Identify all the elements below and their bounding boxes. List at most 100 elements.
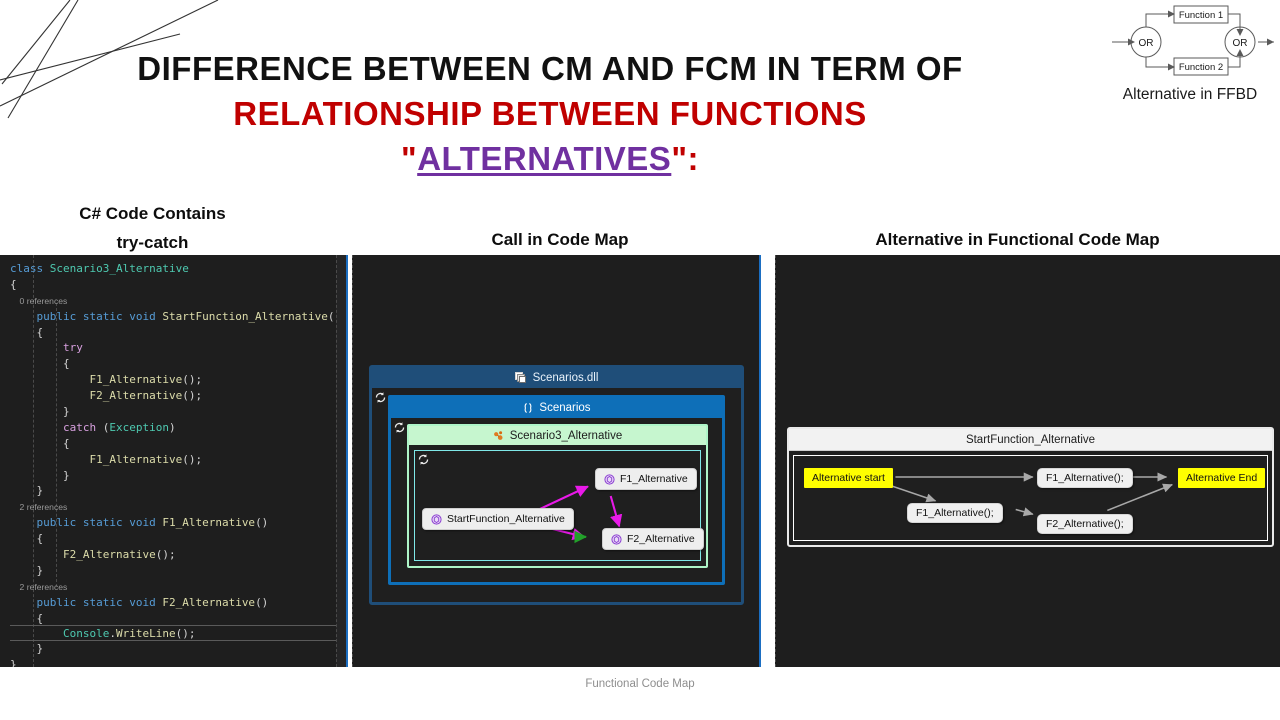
code-line: class Scenario3_Alternative	[10, 261, 346, 277]
code-token: {	[36, 325, 44, 339]
codemap-class-label: Scenario3_Alternative	[509, 429, 623, 442]
codemap-class-container[interactable]: Scenario3_Alternative StartFunction_Alte…	[407, 424, 708, 568]
code-token: }	[62, 405, 70, 419]
footer-text: Functional Code Map	[585, 678, 695, 690]
codemap-assembly-container[interactable]: Scenarios.dll Scenarios Scenario3_Altern…	[369, 365, 744, 605]
ffbd-function-1: Function 1	[1179, 10, 1223, 21]
code-token: {	[36, 611, 44, 625]
code-line: F2_Alternative();	[10, 388, 346, 404]
fcm-node-alternative-start[interactable]: Alternative start	[804, 468, 893, 488]
title-quote-open: "	[401, 140, 418, 177]
code-line: 2 references	[10, 579, 346, 595]
codemap-node-f1[interactable]: F1_Alternative	[595, 468, 697, 490]
fcm-header: StartFunction_Alternative	[789, 429, 1272, 451]
method-icon	[604, 473, 615, 485]
codemap-node-startfunction[interactable]: StartFunction_Alternative	[422, 508, 574, 530]
code-token: F2_Alternative	[62, 548, 156, 562]
code-token: F1_Alternative	[162, 516, 256, 530]
editor-scroll-strip[interactable]	[336, 255, 346, 667]
code-line: }	[10, 483, 346, 499]
code-reference-count[interactable]: 2 references	[10, 582, 68, 592]
code-token: public	[36, 595, 83, 609]
code-token: ();	[155, 548, 176, 562]
assembly-icon	[514, 372, 526, 383]
title-quote-close: ":	[671, 140, 699, 177]
code-line: try	[10, 340, 346, 356]
code-map-panel[interactable]: Scenarios.dll Scenarios Scenario3_Altern…	[352, 255, 761, 667]
code-line: {	[10, 611, 346, 627]
code-line: public static void F1_Alternative()	[10, 515, 346, 531]
fcm-node-label: F2_Alternative();	[1046, 518, 1124, 530]
code-token: ()	[255, 595, 269, 609]
fcm-node-label: Alternative start	[812, 472, 885, 484]
code-token: {	[62, 436, 70, 450]
code-line: {	[10, 531, 346, 547]
codemap-class-header: Scenario3_Alternative	[409, 426, 706, 445]
fcm-node-f2-bottom[interactable]: F2_Alternative();	[1037, 514, 1133, 534]
codemap-node-f2[interactable]: F2_Alternative	[602, 528, 704, 550]
code-line: }	[10, 468, 346, 484]
code-line: public static void F2_Alternative()	[10, 595, 346, 611]
code-line: F2_Alternative();	[10, 547, 346, 563]
fcm-node-alternative-end[interactable]: Alternative End	[1178, 468, 1266, 488]
code-token: }	[10, 658, 17, 667]
title-alternatives: ALTERNATIVES	[417, 140, 672, 177]
code-reference-count[interactable]: 2 references	[10, 502, 68, 512]
fcm-node-f1-bottom[interactable]: F1_Alternative();	[907, 503, 1003, 523]
column-caption-left: C# Code Contains try-catch	[30, 199, 275, 257]
functional-code-map-panel[interactable]: StartFunction_Alternative Alternative st…	[775, 255, 1280, 667]
code-line: catch (Exception)	[10, 420, 346, 436]
column-caption-right: Alternative in Functional Code Map	[875, 230, 1160, 249]
code-token: F2_Alternative	[162, 595, 256, 609]
fcm-node-label: Alternative End	[1186, 472, 1258, 484]
codemap-graph-canvas[interactable]: StartFunction_Alternative F1_Alternative	[414, 450, 704, 561]
code-token: catch	[62, 420, 103, 434]
fcm-graph-canvas[interactable]: Alternative start F1_Alternative(); Alte…	[793, 455, 1268, 541]
code-token: {	[36, 532, 44, 546]
column-caption-left-line1: C# Code Contains	[79, 204, 226, 223]
fcm-container[interactable]: StartFunction_Alternative Alternative st…	[787, 427, 1274, 547]
ffbd-or-left: OR	[1139, 38, 1154, 49]
code-line: 2 references	[10, 499, 346, 515]
code-line: {	[10, 325, 346, 341]
code-text[interactable]: class Scenario3_Alternative { 0 reference…	[0, 255, 346, 667]
method-icon	[431, 513, 442, 525]
title-line-3: "ALTERNATIVES":	[0, 136, 1100, 181]
page-title: DIFFERENCE BETWEEN CM AND FCM IN TERM OF…	[0, 46, 1100, 181]
code-token: public	[36, 516, 83, 530]
column-caption-middle: Call in Code Map	[491, 230, 629, 249]
code-line: 0 references	[10, 293, 346, 309]
code-editor-panel[interactable]: class Scenario3_Alternative { 0 reference…	[0, 255, 348, 667]
fcm-node-f1-top[interactable]: F1_Alternative();	[1037, 468, 1133, 488]
code-line: {	[10, 356, 346, 372]
refresh-icon[interactable]	[374, 391, 387, 404]
code-line: }	[10, 404, 346, 420]
code-token: {	[62, 357, 70, 371]
code-token: ();	[175, 627, 196, 641]
code-token: static	[82, 516, 130, 530]
code-token: try	[62, 341, 83, 355]
code-token: }	[36, 484, 44, 498]
code-token: class	[10, 262, 50, 275]
codemap-namespace-container[interactable]: Scenarios Scenario3_Alternative StartFun…	[388, 395, 725, 585]
code-token: Console	[62, 627, 110, 641]
ffbd-function-2: Function 2	[1179, 62, 1223, 73]
panel-divider	[775, 255, 776, 667]
code-token: ();	[182, 389, 203, 403]
code-token: static	[82, 595, 130, 609]
refresh-icon[interactable]	[393, 421, 406, 434]
code-token: void	[129, 309, 163, 323]
code-line: public static void StartFunction_Alterna…	[10, 309, 346, 325]
code-token: Scenario3_Alternative	[49, 262, 189, 275]
title-line-2: RELATIONSHIP BETWEEN FUNCTIONS	[233, 95, 867, 132]
code-line: }	[10, 563, 346, 579]
code-line: Console.WriteLine();	[10, 625, 346, 642]
code-token: ();	[182, 452, 203, 466]
code-token: StartFunction_Alternative	[162, 309, 328, 323]
method-icon	[611, 533, 622, 545]
codemap-node-label: F1_Alternative	[620, 473, 688, 485]
code-token: WriteLine	[115, 627, 176, 641]
slide: DIFFERENCE BETWEEN CM AND FCM IN TERM OF…	[0, 0, 1280, 720]
code-reference-count[interactable]: 0 references	[10, 296, 68, 306]
code-token: F2_Alternative	[89, 389, 183, 403]
